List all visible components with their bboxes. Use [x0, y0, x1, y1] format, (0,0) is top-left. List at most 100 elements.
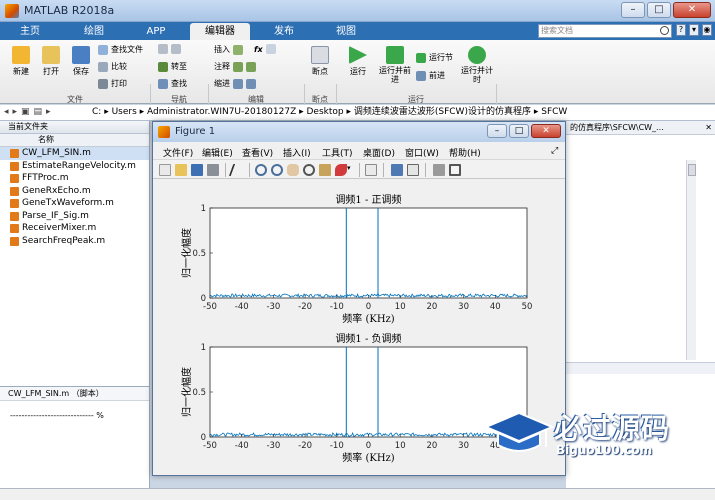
run-button[interactable]: 运行: [344, 46, 372, 77]
tab-home[interactable]: 主页: [6, 23, 54, 40]
pan-icon[interactable]: [287, 164, 299, 176]
tab-apps[interactable]: APP: [128, 23, 184, 40]
menu-help[interactable]: 帮助(H): [449, 146, 481, 159]
back-forward-buttons[interactable]: [158, 44, 181, 54]
breadcrumb-sfcw[interactable]: SFCW: [541, 107, 567, 117]
scrollbar-thumb[interactable]: [688, 164, 696, 176]
new-button[interactable]: 新建: [8, 46, 34, 77]
x-tick-label: 0: [366, 302, 371, 312]
tab-view[interactable]: 视图: [318, 23, 374, 40]
brush-icon[interactable]: [335, 164, 347, 176]
tab-plots[interactable]: 绘图: [66, 23, 122, 40]
data-cursor-icon[interactable]: [319, 164, 331, 176]
zoom-out-icon[interactable]: [271, 164, 283, 176]
open-button[interactable]: 打开: [38, 46, 64, 77]
file-row[interactable]: FFTProc.m: [0, 172, 149, 185]
menu-desktop[interactable]: 桌面(D): [363, 146, 395, 159]
figure-maximize-button[interactable]: □: [509, 124, 529, 138]
folder-icon: [42, 46, 60, 64]
name-column-header[interactable]: 名称: [0, 134, 149, 147]
brush-dropdown-icon[interactable]: ▾: [347, 164, 353, 176]
print-button[interactable]: 打印: [98, 78, 127, 89]
fx-button[interactable]: fx: [254, 44, 276, 54]
show-plot-tools-icon[interactable]: [449, 164, 461, 176]
open-file-icon[interactable]: [175, 164, 187, 176]
menu-dock-icon[interactable]: ⤢: [551, 146, 558, 156]
file-row[interactable]: ReceiverMixer.m: [0, 222, 149, 235]
breadcrumb-project[interactable]: 调频连续波雷达波形(SFCW)设计的仿真程序: [354, 107, 531, 117]
menu-tools[interactable]: 工具(T): [322, 146, 353, 159]
file-name: FFTProc.m: [22, 173, 69, 183]
help-icon[interactable]: ?: [676, 24, 686, 36]
hide-plot-tools-icon[interactable]: [433, 164, 445, 176]
matlab-file-icon: [10, 224, 19, 233]
find-button[interactable]: 查找: [158, 78, 187, 89]
file-row[interactable]: Parse_IF_Sig.m: [0, 210, 149, 223]
find-files-button[interactable]: 查找文件: [98, 44, 143, 55]
breadcrumb-desktop[interactable]: Desktop: [307, 107, 344, 117]
indent-button[interactable]: 缩进: [214, 78, 256, 89]
figure-minimize-button[interactable]: –: [487, 124, 507, 138]
y-axis-label: 归一化幅度: [180, 367, 193, 417]
comment-button[interactable]: 注释: [214, 61, 256, 72]
run-section-button[interactable]: 运行节: [416, 52, 453, 63]
address-bar[interactable]: ◂▸▣▤▸ C: ▸ Users ▸ Administrator.WIN7U-2…: [0, 105, 715, 121]
rotate-icon[interactable]: [303, 164, 315, 176]
save-button[interactable]: 保存: [68, 46, 94, 77]
x-tick-label: -20: [298, 302, 312, 312]
insert-button[interactable]: 插入: [214, 44, 243, 55]
editor-close-icon[interactable]: ✕: [705, 121, 712, 134]
maximize-button[interactable]: □: [647, 2, 671, 18]
breadcrumb-admin[interactable]: Administrator.WIN7U-20180127Z: [147, 107, 296, 117]
run-group-label: 运行: [408, 95, 424, 104]
chart-title: 调频1 - 正调频: [335, 193, 401, 206]
search-input[interactable]: 搜索文档: [538, 24, 672, 38]
colorbar-icon[interactable]: [391, 164, 403, 176]
file-row[interactable]: GeneTxWaveform.m: [0, 197, 149, 210]
close-button[interactable]: ✕: [673, 2, 711, 18]
breadcrumb-users[interactable]: Users: [112, 107, 137, 117]
watermark-url: Biguo100.com: [556, 443, 653, 457]
nav-buttons[interactable]: ◂▸▣▤▸: [4, 105, 55, 120]
run-and-time-button[interactable]: 运行并计时: [460, 46, 494, 84]
file-row[interactable]: EstimateRangeVelocity.m: [0, 160, 149, 173]
graduation-cap-logo-icon: [484, 411, 554, 452]
legend-icon[interactable]: [407, 164, 419, 176]
zoom-in-icon[interactable]: [255, 164, 267, 176]
print-figure-icon[interactable]: [207, 164, 219, 176]
new-file-icon: [12, 46, 30, 64]
new-figure-icon[interactable]: [159, 164, 171, 176]
breadcrumb-drive[interactable]: C:: [92, 107, 101, 117]
figure-close-button[interactable]: ✕: [531, 124, 561, 138]
x-tick-label: 30: [458, 441, 469, 451]
advance-icon: [416, 70, 426, 81]
search-icon[interactable]: [660, 26, 669, 35]
file-row[interactable]: GeneRxEcho.m: [0, 185, 149, 198]
tab-editor[interactable]: 编辑器: [190, 23, 250, 40]
menu-file[interactable]: 文件(F): [163, 146, 193, 159]
account-icon[interactable]: ◉: [702, 24, 712, 36]
figure-title-bar[interactable]: Figure 1 – □ ✕: [153, 122, 565, 142]
breakpoint-button[interactable]: 断点: [308, 46, 332, 77]
tab-publish[interactable]: 发布: [256, 23, 312, 40]
save-figure-icon[interactable]: [191, 164, 203, 176]
menu-view[interactable]: 查看(V): [242, 146, 273, 159]
goto-button[interactable]: 转至: [158, 61, 187, 72]
community-icon[interactable]: ▾: [689, 24, 699, 36]
file-row[interactable]: CW_LFM_SIN.m: [0, 147, 149, 160]
menu-insert[interactable]: 插入(I): [283, 146, 311, 159]
pointer-icon[interactable]: [228, 164, 246, 176]
run-and-advance-button[interactable]: 运行并前进: [378, 46, 412, 84]
quick-access-toolbar: ? ▾ ◉: [676, 24, 712, 36]
minimize-button[interactable]: –: [621, 2, 645, 18]
menu-edit[interactable]: 编辑(E): [202, 146, 233, 159]
x-tick-label: 10: [395, 302, 406, 312]
file-name: CW_LFM_SIN.m: [22, 148, 91, 158]
link-plot-icon[interactable]: [365, 164, 377, 176]
compare-button[interactable]: 比较: [98, 61, 127, 72]
editor-scrollbar[interactable]: [686, 160, 696, 360]
menu-window[interactable]: 窗口(W): [405, 146, 439, 159]
advance-button[interactable]: 前进: [416, 70, 445, 81]
insert-icon: [233, 44, 243, 55]
file-row[interactable]: SearchFreqPeak.m: [0, 235, 149, 248]
